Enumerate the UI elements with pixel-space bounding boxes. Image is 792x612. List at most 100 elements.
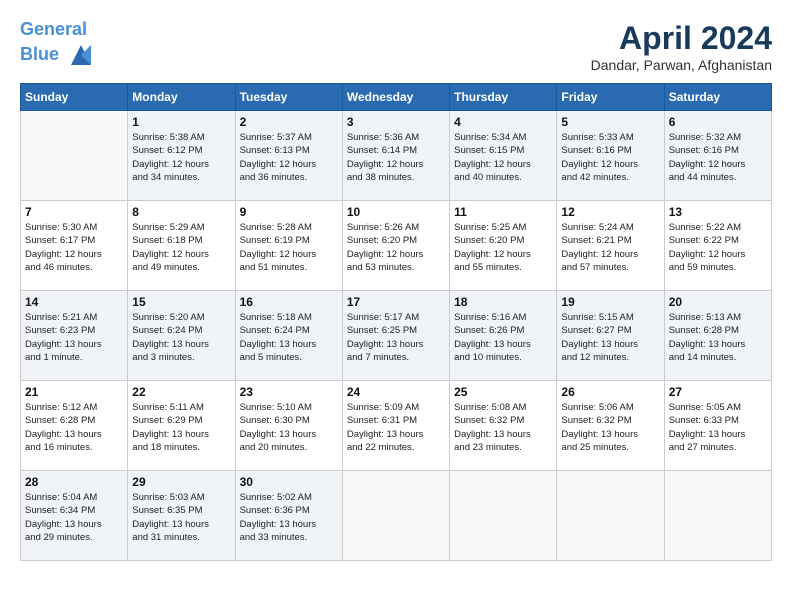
day-number: 15 bbox=[132, 295, 230, 309]
day-number: 12 bbox=[561, 205, 659, 219]
day-info: Sunrise: 5:32 AMSunset: 6:16 PMDaylight:… bbox=[669, 131, 767, 184]
day-number: 18 bbox=[454, 295, 552, 309]
day-info: Sunrise: 5:21 AMSunset: 6:23 PMDaylight:… bbox=[25, 311, 123, 364]
day-number: 1 bbox=[132, 115, 230, 129]
calendar-week-1: 1 Sunrise: 5:38 AMSunset: 6:12 PMDaylight… bbox=[21, 111, 772, 201]
day-number: 10 bbox=[347, 205, 445, 219]
day-info: Sunrise: 5:37 AMSunset: 6:13 PMDaylight:… bbox=[240, 131, 338, 184]
calendar-cell: 27 Sunrise: 5:05 AMSunset: 6:33 PMDayligh… bbox=[664, 381, 771, 471]
col-header-monday: Monday bbox=[128, 84, 235, 111]
day-number: 17 bbox=[347, 295, 445, 309]
day-number: 19 bbox=[561, 295, 659, 309]
day-info: Sunrise: 5:04 AMSunset: 6:34 PMDaylight:… bbox=[25, 491, 123, 544]
day-number: 22 bbox=[132, 385, 230, 399]
day-info: Sunrise: 5:12 AMSunset: 6:28 PMDaylight:… bbox=[25, 401, 123, 454]
day-info: Sunrise: 5:34 AMSunset: 6:15 PMDaylight:… bbox=[454, 131, 552, 184]
day-info: Sunrise: 5:20 AMSunset: 6:24 PMDaylight:… bbox=[132, 311, 230, 364]
day-number: 2 bbox=[240, 115, 338, 129]
calendar-cell: 18 Sunrise: 5:16 AMSunset: 6:26 PMDayligh… bbox=[450, 291, 557, 381]
day-info: Sunrise: 5:30 AMSunset: 6:17 PMDaylight:… bbox=[25, 221, 123, 274]
calendar-cell: 16Sunrise: 5:18 AMSunset: 6:24 PMDayligh… bbox=[235, 291, 342, 381]
calendar-week-5: 28 Sunrise: 5:04 AMSunset: 6:34 PMDayligh… bbox=[21, 471, 772, 561]
day-number: 13 bbox=[669, 205, 767, 219]
day-info: Sunrise: 5:15 AMSunset: 6:27 PMDaylight:… bbox=[561, 311, 659, 364]
day-number: 7 bbox=[25, 205, 123, 219]
calendar-cell: 12 Sunrise: 5:24 AMSunset: 6:21 PMDayligh… bbox=[557, 201, 664, 291]
calendar-cell: 21 Sunrise: 5:12 AMSunset: 6:28 PMDayligh… bbox=[21, 381, 128, 471]
day-info: Sunrise: 5:05 AMSunset: 6:33 PMDaylight:… bbox=[669, 401, 767, 454]
day-number: 24 bbox=[347, 385, 445, 399]
col-header-thursday: Thursday bbox=[450, 84, 557, 111]
day-number: 23 bbox=[240, 385, 338, 399]
day-info: Sunrise: 5:03 AMSunset: 6:35 PMDaylight:… bbox=[132, 491, 230, 544]
day-info: Sunrise: 5:28 AMSunset: 6:19 PMDaylight:… bbox=[240, 221, 338, 274]
calendar-cell: 24 Sunrise: 5:09 AMSunset: 6:31 PMDayligh… bbox=[342, 381, 449, 471]
col-header-tuesday: Tuesday bbox=[235, 84, 342, 111]
calendar-cell: 28 Sunrise: 5:04 AMSunset: 6:34 PMDayligh… bbox=[21, 471, 128, 561]
calendar-cell bbox=[21, 111, 128, 201]
calendar-week-2: 7 Sunrise: 5:30 AMSunset: 6:17 PMDaylight… bbox=[21, 201, 772, 291]
day-info: Sunrise: 5:33 AMSunset: 6:16 PMDaylight:… bbox=[561, 131, 659, 184]
day-number: 21 bbox=[25, 385, 123, 399]
calendar-cell: 15 Sunrise: 5:20 AMSunset: 6:24 PMDayligh… bbox=[128, 291, 235, 381]
month-title: April 2024 bbox=[591, 20, 772, 57]
logo-icon bbox=[66, 40, 96, 70]
day-number: 28 bbox=[25, 475, 123, 489]
day-number: 9 bbox=[240, 205, 338, 219]
calendar-table: SundayMondayTuesdayWednesdayThursdayFrid… bbox=[20, 83, 772, 561]
col-header-sunday: Sunday bbox=[21, 84, 128, 111]
calendar-cell: 7 Sunrise: 5:30 AMSunset: 6:17 PMDaylight… bbox=[21, 201, 128, 291]
calendar-cell: 29 Sunrise: 5:03 AMSunset: 6:35 PMDayligh… bbox=[128, 471, 235, 561]
day-info: Sunrise: 5:25 AMSunset: 6:20 PMDaylight:… bbox=[454, 221, 552, 274]
day-info: Sunrise: 5:26 AMSunset: 6:20 PMDaylight:… bbox=[347, 221, 445, 274]
day-number: 30 bbox=[240, 475, 338, 489]
day-number: 8 bbox=[132, 205, 230, 219]
calendar-cell bbox=[450, 471, 557, 561]
day-number: 5 bbox=[561, 115, 659, 129]
day-info: Sunrise: 5:09 AMSunset: 6:31 PMDaylight:… bbox=[347, 401, 445, 454]
calendar-cell bbox=[664, 471, 771, 561]
calendar-cell: 5 Sunrise: 5:33 AMSunset: 6:16 PMDaylight… bbox=[557, 111, 664, 201]
calendar-cell: 25 Sunrise: 5:08 AMSunset: 6:32 PMDayligh… bbox=[450, 381, 557, 471]
calendar-cell: 17 Sunrise: 5:17 AMSunset: 6:25 PMDayligh… bbox=[342, 291, 449, 381]
calendar-week-4: 21 Sunrise: 5:12 AMSunset: 6:28 PMDayligh… bbox=[21, 381, 772, 471]
calendar-header-row: SundayMondayTuesdayWednesdayThursdayFrid… bbox=[21, 84, 772, 111]
col-header-friday: Friday bbox=[557, 84, 664, 111]
calendar-week-3: 14 Sunrise: 5:21 AMSunset: 6:23 PMDayligh… bbox=[21, 291, 772, 381]
calendar-cell: 1 Sunrise: 5:38 AMSunset: 6:12 PMDaylight… bbox=[128, 111, 235, 201]
day-info: Sunrise: 5:11 AMSunset: 6:29 PMDaylight:… bbox=[132, 401, 230, 454]
calendar-cell: 26Sunrise: 5:06 AMSunset: 6:32 PMDayligh… bbox=[557, 381, 664, 471]
page-header: General Blue April 2024 Dandar, Parwan, … bbox=[20, 20, 772, 73]
calendar-cell bbox=[342, 471, 449, 561]
calendar-cell: 13Sunrise: 5:22 AMSunset: 6:22 PMDayligh… bbox=[664, 201, 771, 291]
calendar-cell: 10 Sunrise: 5:26 AMSunset: 6:20 PMDayligh… bbox=[342, 201, 449, 291]
logo-blue: Blue bbox=[20, 44, 59, 64]
day-number: 25 bbox=[454, 385, 552, 399]
calendar-cell bbox=[557, 471, 664, 561]
day-number: 6 bbox=[669, 115, 767, 129]
day-number: 4 bbox=[454, 115, 552, 129]
day-info: Sunrise: 5:06 AMSunset: 6:32 PMDaylight:… bbox=[561, 401, 659, 454]
logo: General Blue bbox=[20, 20, 96, 70]
day-number: 29 bbox=[132, 475, 230, 489]
calendar-cell: 14 Sunrise: 5:21 AMSunset: 6:23 PMDayligh… bbox=[21, 291, 128, 381]
calendar-cell: 8Sunrise: 5:29 AMSunset: 6:18 PMDaylight… bbox=[128, 201, 235, 291]
day-number: 27 bbox=[669, 385, 767, 399]
day-number: 14 bbox=[25, 295, 123, 309]
day-info: Sunrise: 5:16 AMSunset: 6:26 PMDaylight:… bbox=[454, 311, 552, 364]
calendar-cell: 3Sunrise: 5:36 AMSunset: 6:14 PMDaylight… bbox=[342, 111, 449, 201]
calendar-cell: 30Sunrise: 5:02 AMSunset: 6:36 PMDayligh… bbox=[235, 471, 342, 561]
day-info: Sunrise: 5:36 AMSunset: 6:14 PMDaylight:… bbox=[347, 131, 445, 184]
day-info: Sunrise: 5:24 AMSunset: 6:21 PMDaylight:… bbox=[561, 221, 659, 274]
day-info: Sunrise: 5:08 AMSunset: 6:32 PMDaylight:… bbox=[454, 401, 552, 454]
day-number: 11 bbox=[454, 205, 552, 219]
day-info: Sunrise: 5:18 AMSunset: 6:24 PMDaylight:… bbox=[240, 311, 338, 364]
day-info: Sunrise: 5:38 AMSunset: 6:12 PMDaylight:… bbox=[132, 131, 230, 184]
calendar-cell: 23 Sunrise: 5:10 AMSunset: 6:30 PMDayligh… bbox=[235, 381, 342, 471]
day-info: Sunrise: 5:13 AMSunset: 6:28 PMDaylight:… bbox=[669, 311, 767, 364]
title-block: April 2024 Dandar, Parwan, Afghanistan bbox=[591, 20, 772, 73]
calendar-cell: 4 Sunrise: 5:34 AMSunset: 6:15 PMDaylight… bbox=[450, 111, 557, 201]
calendar-cell: 20Sunrise: 5:13 AMSunset: 6:28 PMDayligh… bbox=[664, 291, 771, 381]
day-info: Sunrise: 5:10 AMSunset: 6:30 PMDaylight:… bbox=[240, 401, 338, 454]
day-info: Sunrise: 5:17 AMSunset: 6:25 PMDaylight:… bbox=[347, 311, 445, 364]
